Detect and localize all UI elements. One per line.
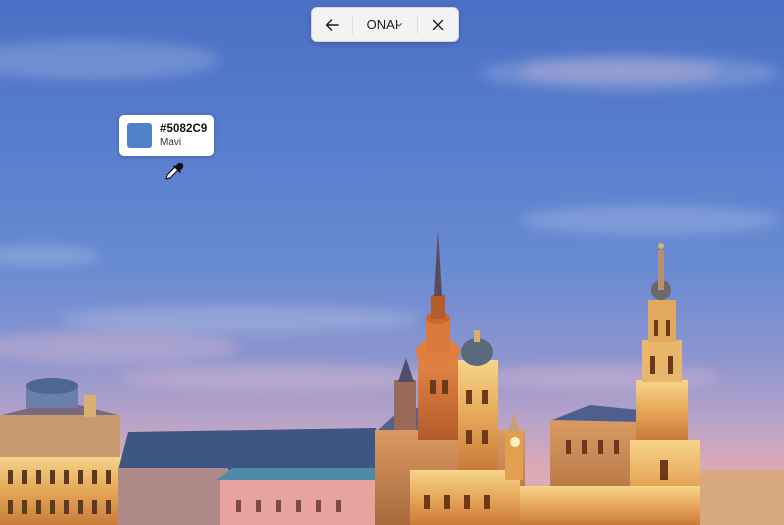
color-tooltip: #5082C9 Mavi (119, 115, 214, 156)
chevron-down-icon (396, 23, 403, 27)
right-palace (520, 243, 784, 525)
close-icon (432, 19, 444, 30)
mode-label: ONAI (366, 17, 399, 32)
color-name: Mavi (160, 136, 182, 148)
city-skyline (0, 230, 784, 525)
mid-building (118, 428, 412, 525)
back-button[interactable] (312, 8, 352, 41)
arrow-left-icon (325, 18, 339, 31)
close-button[interactable] (418, 8, 458, 41)
eyedropper-icon (165, 162, 184, 180)
cathedral (375, 230, 525, 525)
picker-toolbar: ONAI (311, 7, 459, 42)
color-swatch (127, 123, 152, 148)
mode-dropdown[interactable]: ONAI (353, 8, 417, 41)
screen[interactable]: ONAI #5082C9 Mavi (0, 0, 784, 525)
color-hex-value: #5082C9 (160, 122, 208, 135)
color-info: #5082C9 Mavi (160, 123, 207, 149)
left-palace (0, 378, 125, 525)
